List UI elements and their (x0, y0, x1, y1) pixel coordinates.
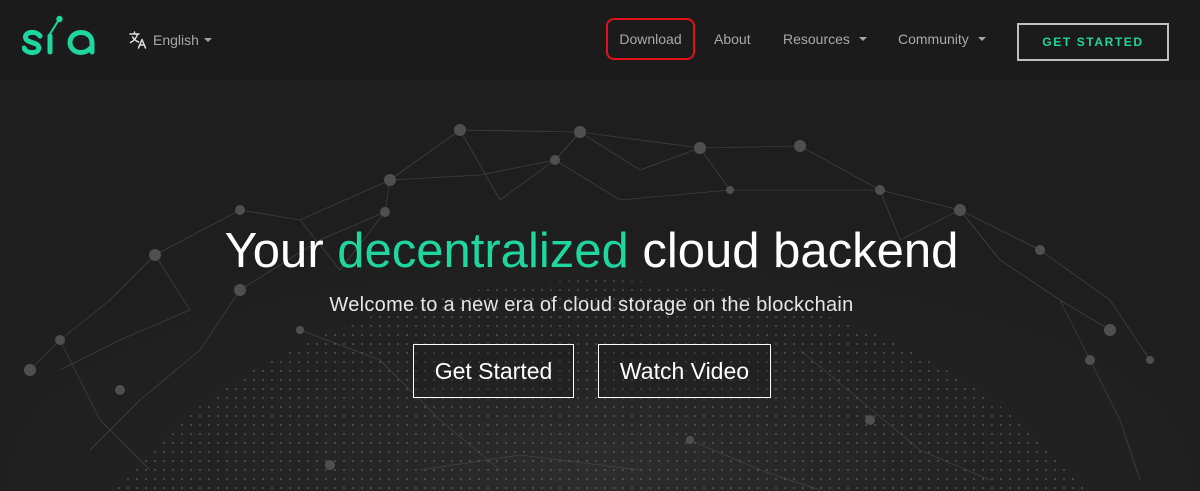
nav-download-link[interactable]: Download (606, 18, 695, 60)
nav-about-link[interactable]: About (714, 18, 751, 60)
translate-icon (129, 31, 147, 49)
watch-video-button[interactable]: Watch Video (598, 344, 771, 398)
hero-subtitle: Welcome to a new era of cloud storage on… (329, 294, 854, 316)
nav-about-label: About (714, 31, 751, 47)
language-label: English (153, 32, 199, 48)
nav-resources-label: Resources (783, 31, 850, 47)
chevron-down-icon (858, 37, 867, 41)
nav-community-dropdown[interactable]: Community (898, 18, 986, 60)
page: sia English Download About Resou (0, 0, 1200, 491)
nav-community-label: Community (898, 31, 969, 47)
top-navbar: sia English Download About Resou (0, 0, 1200, 80)
watch-video-label: Watch Video (619, 357, 750, 384)
get-started-button[interactable]: Get Started (413, 344, 574, 398)
hero-title-accent: decentralized (337, 224, 629, 278)
get-started-header-label: GET STARTED (1042, 35, 1144, 49)
get-started-label: Get Started (434, 357, 553, 384)
nav-resources-dropdown[interactable]: Resources (783, 18, 867, 60)
hero-title-prefix: Your (224, 224, 338, 278)
get-started-header-button[interactable]: GET STARTED (1017, 23, 1169, 61)
chevron-down-icon (203, 38, 212, 42)
chevron-down-icon (977, 37, 986, 41)
nav-download-label: Download (619, 31, 682, 47)
hero-title-suffix: cloud backend (628, 224, 959, 278)
hero-title: Your decentralized cloud backend (0, 222, 1183, 280)
language-selector[interactable]: English (128, 29, 212, 51)
sia-logo[interactable]: sia (22, 14, 98, 62)
